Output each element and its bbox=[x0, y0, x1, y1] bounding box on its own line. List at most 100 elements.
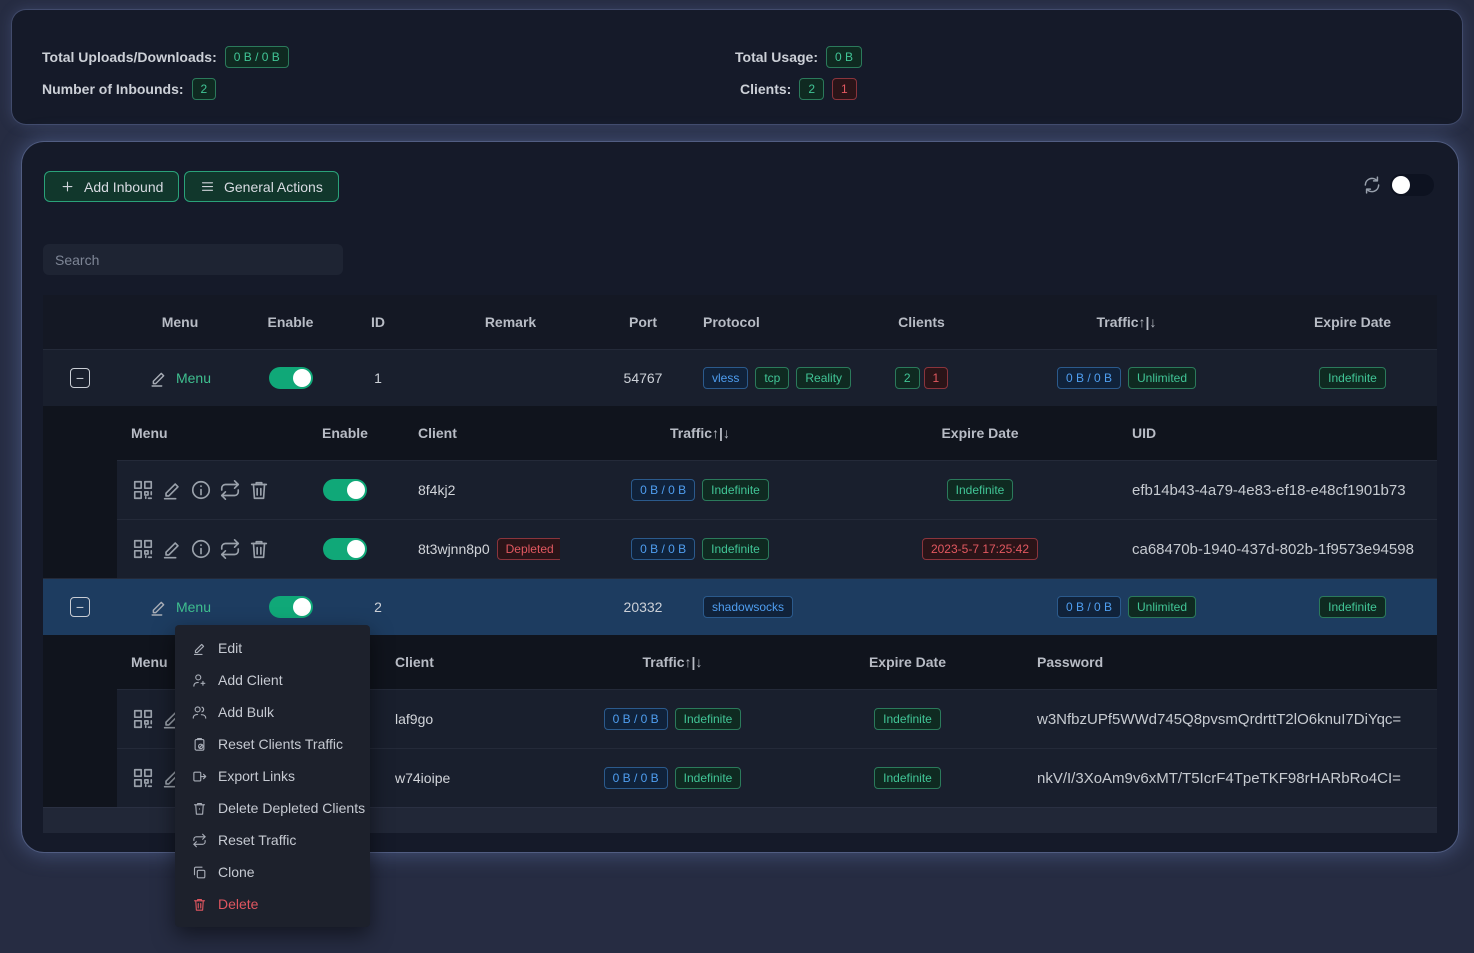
traffic-limit-badge: Unlimited bbox=[1128, 596, 1196, 618]
client-name: laf9go bbox=[380, 690, 555, 748]
export-links-icon bbox=[192, 769, 207, 784]
total-updown-label: Total Uploads/Downloads: bbox=[42, 49, 217, 65]
qr-code-icon[interactable] bbox=[131, 766, 155, 790]
add-inbound-button[interactable]: Add Inbound bbox=[44, 171, 179, 202]
subheader-expire: Expire Date bbox=[840, 406, 1120, 460]
inbound-2-clients bbox=[858, 579, 985, 635]
menu-item-delete-depleted-clients[interactable]: Delete Depleted Clients bbox=[175, 792, 370, 824]
inbound-2-menu-button[interactable]: Menu bbox=[149, 598, 211, 617]
inbound-context-menu: Edit Add Client Add Bulk Reset Clients T… bbox=[175, 625, 370, 927]
inbound-2-traffic: 0 B / 0 B Unlimited bbox=[985, 579, 1268, 635]
total-updown-value: 0 B / 0 B bbox=[225, 46, 289, 68]
qr-code-icon[interactable] bbox=[131, 707, 155, 731]
header-remark: Remark bbox=[418, 295, 603, 349]
menu-item-reset-traffic[interactable]: Reset Traffic bbox=[175, 824, 370, 856]
info-icon[interactable] bbox=[189, 537, 213, 561]
inbound-1-traffic: 0 B / 0 B Unlimited bbox=[985, 350, 1268, 406]
traffic-badge: 0 B / 0 B bbox=[604, 767, 668, 789]
qr-code-icon[interactable] bbox=[131, 537, 155, 561]
client-traffic: 0 B / 0 B Indefinite bbox=[555, 749, 790, 807]
inbound-1-expire: Indefinite bbox=[1268, 350, 1437, 406]
delete-client-icon[interactable] bbox=[247, 537, 271, 561]
menu-item-export-links[interactable]: Export Links bbox=[175, 760, 370, 792]
inbound-2-remark bbox=[418, 579, 603, 635]
theme-toggle[interactable] bbox=[1390, 174, 1434, 196]
client-name: 8t3wjnn8p0 bbox=[418, 541, 490, 557]
menu-item-delete[interactable]: Delete bbox=[175, 888, 370, 920]
qr-code-icon[interactable] bbox=[131, 478, 155, 502]
reset-traffic-icon[interactable] bbox=[218, 478, 242, 502]
stat-inbounds: Number of Inbounds: 2 bbox=[42, 77, 216, 101]
expire-badge: Indefinite bbox=[1319, 596, 1386, 618]
traffic-limit-badge: Indefinite bbox=[675, 767, 742, 789]
inbound-1-remark bbox=[418, 350, 603, 406]
client-password: w3NfbzUPf5WWd745Q8pvsmQrdrttT2lO6knuI7Di… bbox=[1025, 690, 1437, 748]
traffic-limit-badge: Indefinite bbox=[702, 479, 769, 501]
menu-item-add-bulk[interactable]: Add Bulk bbox=[175, 696, 370, 728]
menu-item-add-client[interactable]: Add Client bbox=[175, 664, 370, 696]
client-enable-toggle[interactable] bbox=[323, 538, 367, 560]
header-protocol: Protocol bbox=[683, 295, 858, 349]
clients-depleted-badge: 1 bbox=[924, 367, 949, 389]
expire-badge: Indefinite bbox=[947, 479, 1014, 501]
edit-client-icon[interactable] bbox=[160, 478, 184, 502]
subheader-password: Password bbox=[1025, 635, 1437, 689]
inbound-2-enable-toggle[interactable] bbox=[269, 596, 313, 618]
refresh-icon[interactable] bbox=[1362, 175, 1382, 195]
inbound-1-enable-toggle[interactable] bbox=[269, 367, 313, 389]
subheader-enable: Enable bbox=[300, 406, 390, 460]
inbounds-value: 2 bbox=[192, 78, 217, 100]
hamburger-icon bbox=[200, 179, 215, 194]
reset-traffic-icon[interactable] bbox=[218, 537, 242, 561]
menu-item-edit[interactable]: Edit bbox=[175, 632, 370, 664]
menu-item-reset-clients-traffic[interactable]: Reset Clients Traffic bbox=[175, 728, 370, 760]
subtable-indent bbox=[43, 406, 117, 578]
client-uid: efb14b43-4a79-4e83-ef18-e48cf1901b73 bbox=[1120, 461, 1437, 519]
subheader-traffic-sort[interactable]: Traffic↑|↓ bbox=[555, 635, 790, 689]
info-icon[interactable] bbox=[189, 478, 213, 502]
header-enable: Enable bbox=[243, 295, 338, 349]
stat-total-usage: Total Usage: 0 B bbox=[735, 45, 862, 69]
general-actions-button[interactable]: General Actions bbox=[184, 171, 339, 202]
delete-client-icon[interactable] bbox=[247, 478, 271, 502]
traffic-badge: 0 B / 0 B bbox=[1057, 596, 1121, 618]
stat-clients: Clients: 2 1 bbox=[740, 77, 857, 101]
clients-active-badge: 2 bbox=[895, 367, 920, 389]
inbound-1-id: 1 bbox=[338, 350, 418, 406]
traffic-badge: 0 B / 0 B bbox=[631, 538, 695, 560]
traffic-badge: 0 B / 0 B bbox=[631, 479, 695, 501]
inbound-1-menu-button[interactable]: Menu bbox=[149, 369, 211, 388]
expire-badge: 2023-5-7 17:25:42 bbox=[922, 538, 1038, 560]
header-clients: Clients bbox=[858, 295, 985, 349]
inbound-1-port: 54767 bbox=[603, 350, 683, 406]
edit-client-icon[interactable] bbox=[160, 537, 184, 561]
add-bulk-icon bbox=[192, 705, 207, 720]
subtable-1-header: Menu Enable Client Traffic↑|↓ Expire Dat… bbox=[117, 406, 1437, 460]
subheader-traffic-sort[interactable]: Traffic↑|↓ bbox=[560, 406, 840, 460]
client-expire: 2023-5-7 17:25:42 bbox=[840, 520, 1120, 578]
inbound-1-clients: 2 1 bbox=[858, 350, 985, 406]
header-port: Port bbox=[603, 295, 683, 349]
search-input[interactable] bbox=[43, 244, 343, 275]
traffic-limit-badge: Unlimited bbox=[1128, 367, 1196, 389]
client-traffic: 0 B / 0 B Indefinite bbox=[560, 461, 840, 519]
collapse-inbound-1-button[interactable]: − bbox=[70, 368, 90, 388]
inbound-row-1: − Menu 1 54767 vless tcp Reality 2 1 0 B… bbox=[43, 349, 1437, 406]
traffic-badge: 0 B / 0 B bbox=[1057, 367, 1121, 389]
subheader-uid: UID bbox=[1120, 406, 1437, 460]
client-expire: Indefinite bbox=[790, 690, 1025, 748]
total-usage-label: Total Usage: bbox=[735, 49, 818, 65]
edit-pencil-icon bbox=[149, 598, 168, 617]
client-row: 8t3wjnn8p0 Depleted 0 B / 0 B Indefinite… bbox=[117, 519, 1437, 578]
clients-label: Clients: bbox=[740, 81, 791, 97]
subtable-indent bbox=[43, 635, 117, 807]
protocol-tag: shadowsocks bbox=[703, 596, 793, 618]
inbound-2-port: 20332 bbox=[603, 579, 683, 635]
inbounds-label: Number of Inbounds: bbox=[42, 81, 184, 97]
collapse-inbound-2-button[interactable]: − bbox=[70, 597, 90, 617]
menu-item-clone[interactable]: Clone bbox=[175, 856, 370, 888]
client-enable-toggle[interactable] bbox=[323, 479, 367, 501]
traffic-limit-badge: Indefinite bbox=[675, 708, 742, 730]
inbound-1-protocols: vless tcp Reality bbox=[683, 350, 858, 406]
header-traffic-sort[interactable]: Traffic↑|↓ bbox=[985, 295, 1268, 349]
